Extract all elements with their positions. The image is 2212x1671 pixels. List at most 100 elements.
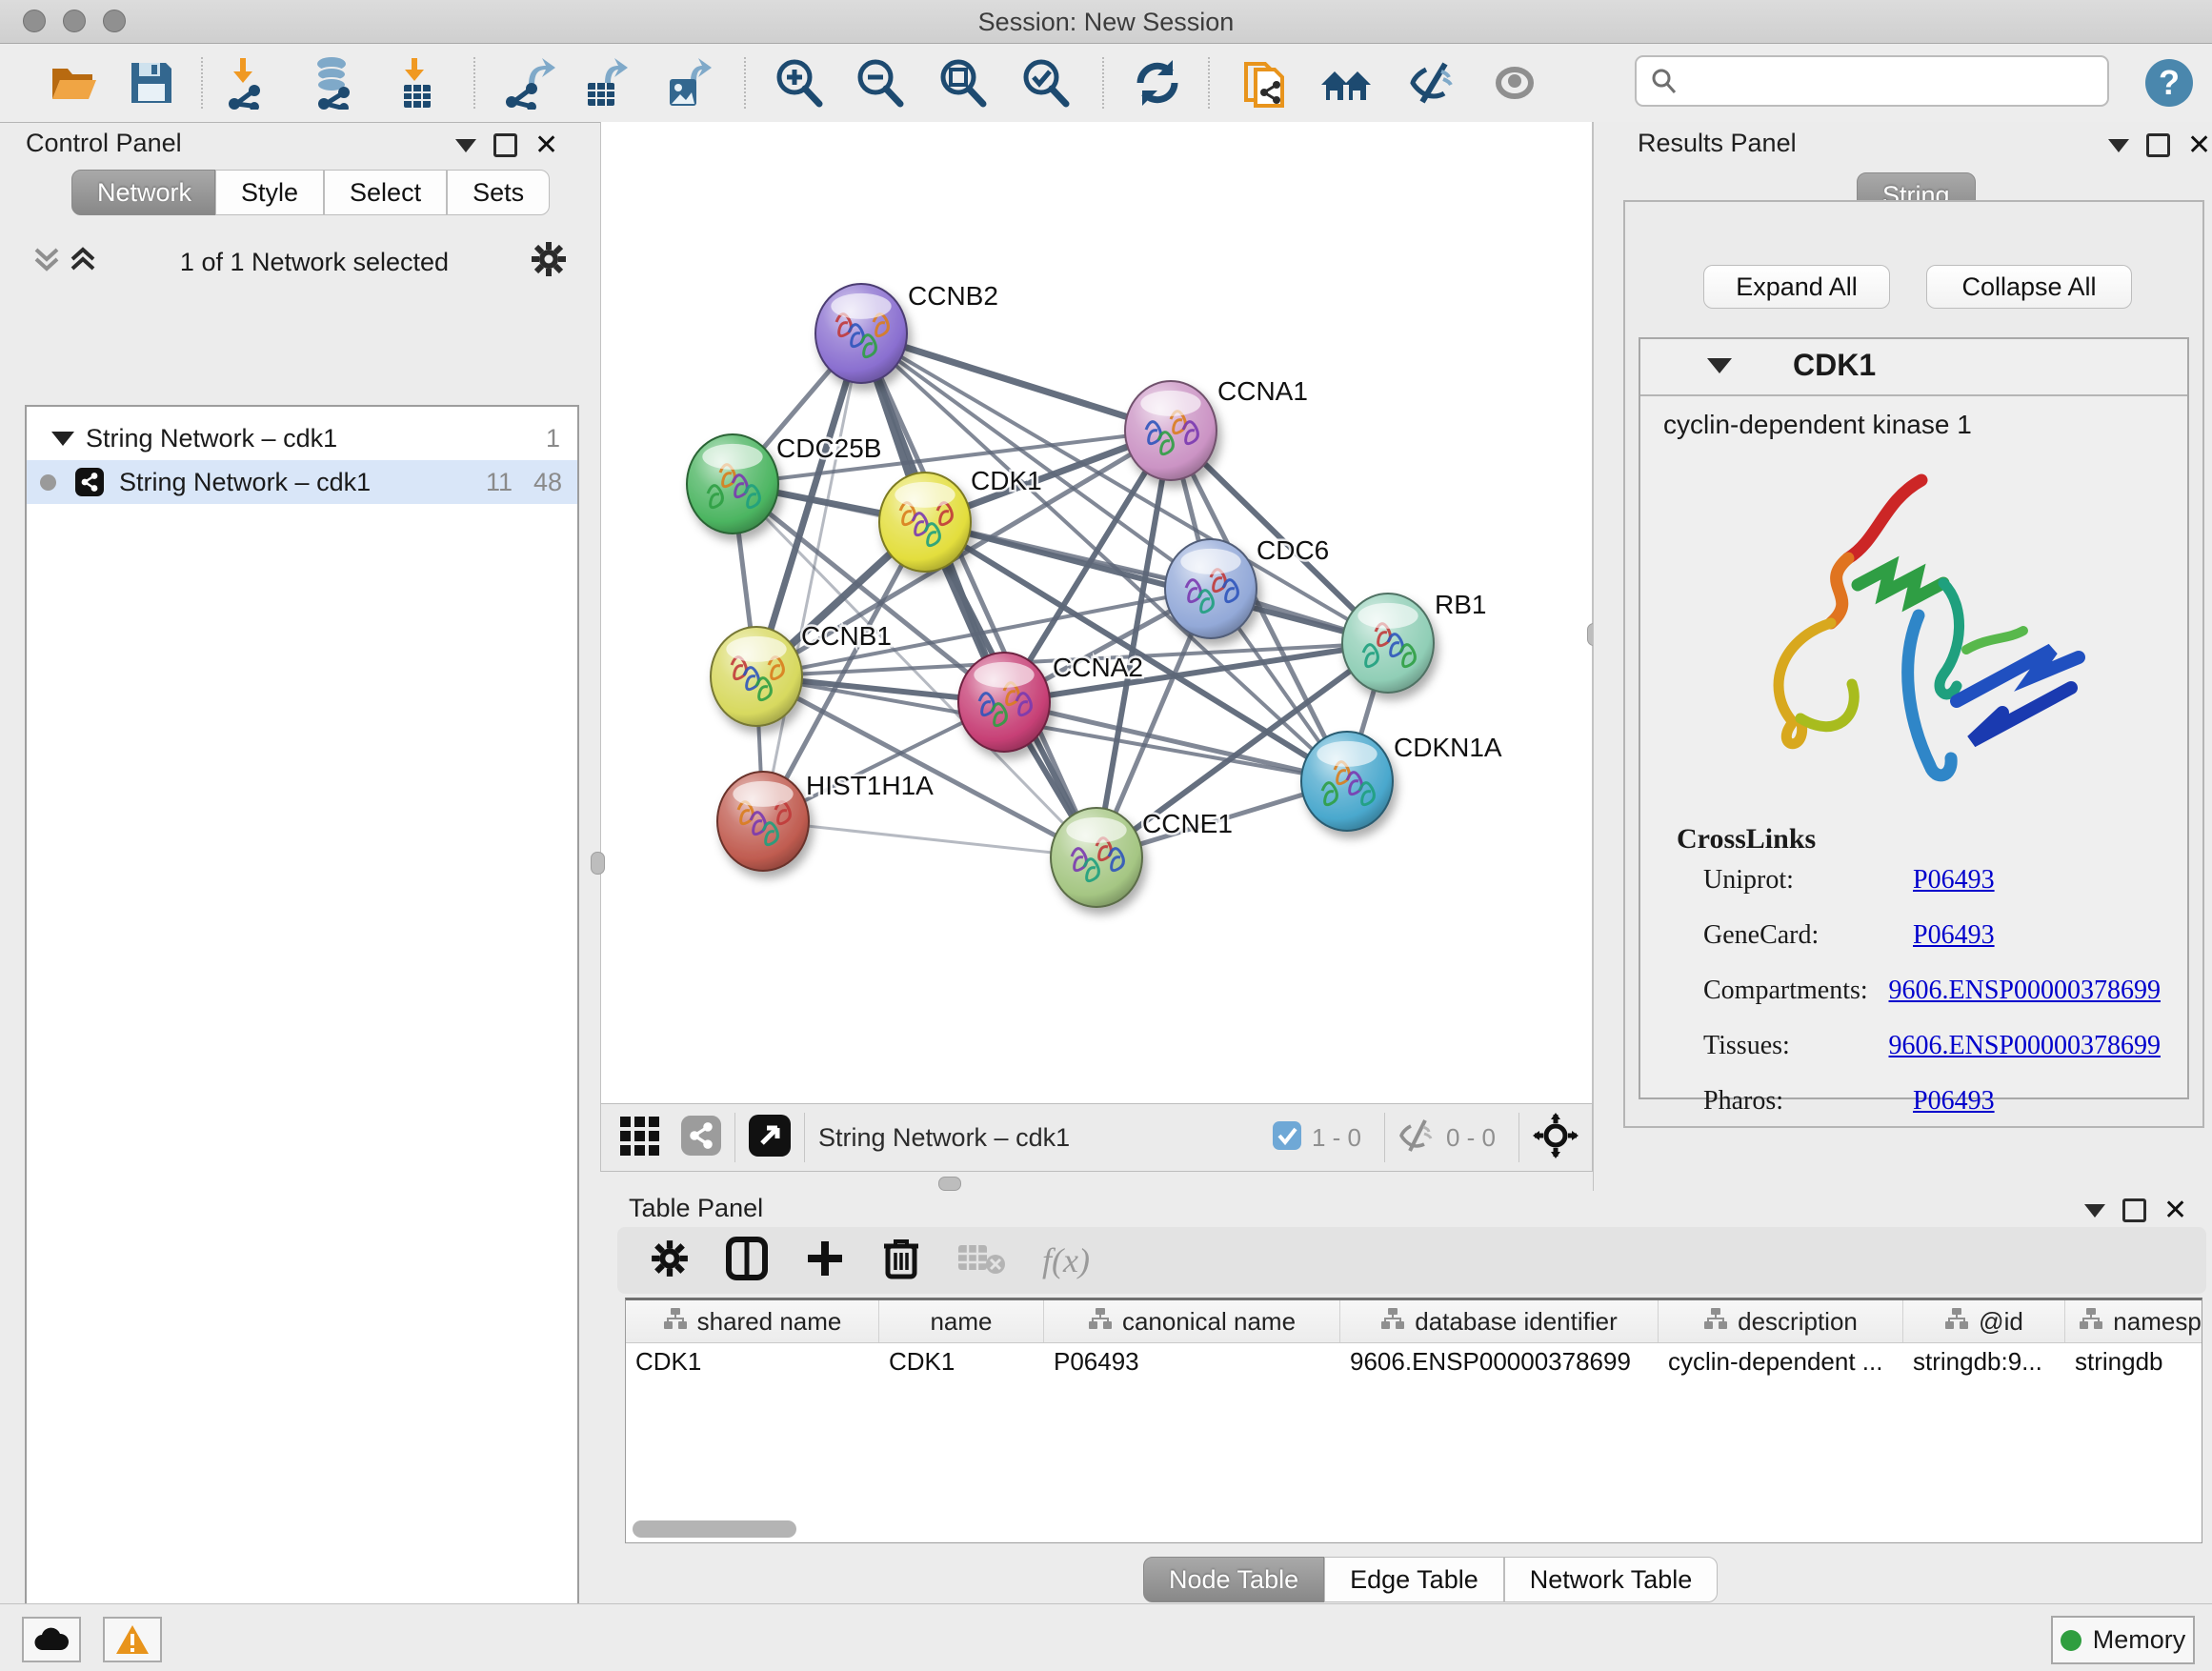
home-icon[interactable] bbox=[1317, 54, 1375, 111]
save-session-icon[interactable] bbox=[123, 54, 180, 111]
refresh-view-icon[interactable] bbox=[1129, 54, 1186, 111]
bottom-splitter-handle[interactable] bbox=[938, 1177, 961, 1191]
node-CDK1[interactable] bbox=[879, 473, 971, 572]
panel-close-icon[interactable]: ✕ bbox=[2187, 136, 2211, 154]
column-header-description[interactable]: description bbox=[1659, 1300, 1903, 1342]
clone-network-icon[interactable] bbox=[1237, 54, 1294, 111]
show-columns-icon[interactable] bbox=[726, 1237, 768, 1285]
search-input[interactable] bbox=[1688, 66, 2101, 97]
birds-eye-view-icon[interactable] bbox=[749, 1115, 791, 1161]
node-CDC6[interactable] bbox=[1165, 539, 1257, 638]
crosslink-value-link[interactable]: P06493 bbox=[1913, 865, 1995, 896]
tab-sets[interactable]: Sets bbox=[447, 170, 550, 215]
network-row-selected[interactable]: String Network – cdk1 11 48 bbox=[27, 460, 577, 504]
crosslink-value-link[interactable]: 9606.ENSP00000378699 bbox=[1889, 1031, 2161, 1061]
memory-button[interactable]: Memory bbox=[2051, 1616, 2195, 1664]
export-image-icon[interactable] bbox=[660, 54, 717, 111]
network-options-gear-icon[interactable] bbox=[530, 240, 568, 283]
edge-HIST1H1A-CCNE1[interactable] bbox=[763, 821, 1096, 857]
panel-menu-icon[interactable] bbox=[2108, 139, 2129, 152]
tab-select[interactable]: Select bbox=[324, 170, 447, 215]
node-CCNE1[interactable] bbox=[1051, 808, 1142, 907]
export-table-icon[interactable] bbox=[576, 54, 633, 111]
horizontal-scrollbar[interactable] bbox=[633, 1520, 796, 1538]
table-cell[interactable]: stringdb:9... bbox=[1903, 1343, 2065, 1383]
tab-style[interactable]: Style bbox=[215, 170, 324, 215]
table-cell[interactable]: CDK1 bbox=[879, 1343, 1044, 1383]
add-column-icon[interactable] bbox=[804, 1238, 846, 1284]
tab-node-table[interactable]: Node Table bbox=[1143, 1557, 1324, 1602]
zoom-fit-icon[interactable] bbox=[934, 54, 991, 111]
protein-structure-image bbox=[1717, 463, 2117, 825]
import-table-icon[interactable] bbox=[389, 54, 446, 111]
panel-close-icon[interactable]: ✕ bbox=[2163, 1201, 2187, 1219]
selected-nodes-checkbox[interactable] bbox=[1272, 1120, 1302, 1156]
warning-status-button[interactable] bbox=[103, 1617, 162, 1662]
collapse-all-networks-icon[interactable] bbox=[32, 244, 61, 279]
panel-close-icon[interactable]: ✕ bbox=[534, 136, 558, 154]
column-header-name[interactable]: name bbox=[879, 1300, 1044, 1342]
zoom-in-icon[interactable] bbox=[770, 54, 827, 111]
table-cell[interactable]: P06493 bbox=[1044, 1343, 1340, 1383]
column-header--id[interactable]: @id bbox=[1903, 1300, 2065, 1342]
crosslink-value-link[interactable]: P06493 bbox=[1913, 1086, 1995, 1117]
edge-CCNB2-CCNA1[interactable] bbox=[861, 333, 1171, 431]
table-cell[interactable]: CDK1 bbox=[626, 1343, 879, 1383]
help-icon[interactable]: ? bbox=[2141, 54, 2198, 111]
tree-expander-icon[interactable] bbox=[51, 432, 74, 446]
column-header-namespace[interactable]: namespace bbox=[2065, 1300, 2202, 1342]
table-settings-gear-icon[interactable] bbox=[650, 1238, 690, 1283]
column-label: shared name bbox=[697, 1307, 842, 1337]
node-HIST1H1A[interactable] bbox=[717, 772, 809, 871]
hidden-eye-slash-icon[interactable] bbox=[1398, 1118, 1437, 1158]
node-label-CCNA2: CCNA2 bbox=[1053, 653, 1143, 682]
table-cell[interactable]: 9606.ENSP00000378699 bbox=[1340, 1343, 1659, 1383]
left-splitter-handle[interactable] bbox=[591, 852, 605, 875]
import-network-database-icon[interactable] bbox=[305, 54, 362, 111]
column-header-database-identifier[interactable]: database identifier bbox=[1340, 1300, 1659, 1342]
crosslink-value-link[interactable]: P06493 bbox=[1913, 920, 1995, 951]
grid-view-icon[interactable] bbox=[618, 1113, 664, 1163]
zoom-selected-icon[interactable] bbox=[1016, 54, 1074, 111]
node-CDKN1A[interactable] bbox=[1301, 732, 1393, 831]
panel-float-icon[interactable] bbox=[2146, 133, 2170, 157]
column-header-canonical-name[interactable]: canonical name bbox=[1044, 1300, 1340, 1342]
panel-menu-icon[interactable] bbox=[455, 139, 476, 152]
hide-selected-eye-slash-icon[interactable] bbox=[1405, 54, 1462, 111]
expand-all-networks-icon[interactable] bbox=[69, 244, 97, 279]
collapse-all-button[interactable]: Collapse All bbox=[1926, 265, 2132, 309]
crosslink-value-link[interactable]: 9606.ENSP00000378699 bbox=[1889, 976, 2161, 1006]
tab-network[interactable]: Network bbox=[71, 170, 215, 215]
collapse-section-icon[interactable] bbox=[1707, 358, 1732, 373]
node-CDC25B[interactable] bbox=[687, 434, 778, 534]
tab-edge-table[interactable]: Edge Table bbox=[1324, 1557, 1504, 1602]
cloud-status-button[interactable] bbox=[22, 1617, 81, 1662]
tab-network-table[interactable]: Network Table bbox=[1504, 1557, 1719, 1602]
gene-header-row[interactable]: CDK1 bbox=[1640, 339, 2187, 396]
column-header-shared-name[interactable]: shared name bbox=[626, 1300, 879, 1342]
node-CCNB2[interactable] bbox=[815, 284, 907, 383]
expand-all-button[interactable]: Expand All bbox=[1703, 265, 1890, 309]
node-CCNA2[interactable] bbox=[958, 653, 1050, 752]
network-collection-row[interactable]: String Network – cdk1 1 bbox=[27, 416, 577, 460]
open-session-icon[interactable] bbox=[46, 54, 103, 111]
show-selected-eye-icon[interactable] bbox=[1486, 54, 1543, 111]
node-CCNA1[interactable] bbox=[1125, 381, 1217, 480]
table-cell[interactable]: cyclin-dependent ... bbox=[1659, 1343, 1903, 1383]
table-row[interactable]: CDK1CDK1P064939606.ENSP00000378699cyclin… bbox=[626, 1343, 2202, 1383]
panel-float-icon[interactable] bbox=[2122, 1198, 2146, 1222]
panel-menu-icon[interactable] bbox=[2084, 1204, 2105, 1218]
import-network-file-icon[interactable] bbox=[221, 54, 278, 111]
table-toolbar: f(x) bbox=[617, 1227, 2206, 1294]
node-CCNB1[interactable] bbox=[711, 627, 802, 726]
table-cell[interactable]: stringdb bbox=[2065, 1343, 2202, 1383]
export-network-icon[interactable] bbox=[502, 54, 559, 111]
node-RB1[interactable] bbox=[1342, 594, 1434, 693]
zoom-out-icon[interactable] bbox=[851, 54, 908, 111]
network-share-icon[interactable] bbox=[681, 1116, 721, 1160]
network-graph[interactable]: CCNB2CCNA1CDC25BCDK1CDC6RB1CCNB1CCNA2CDK… bbox=[601, 122, 1592, 1101]
panel-float-icon[interactable] bbox=[493, 133, 517, 157]
delete-column-trash-icon[interactable] bbox=[882, 1237, 920, 1285]
network-canvas[interactable]: CCNB2CCNA1CDC25BCDK1CDC6RB1CCNB1CCNA2CDK… bbox=[600, 122, 1593, 1103]
pan-crosshair-icon[interactable] bbox=[1533, 1113, 1579, 1163]
